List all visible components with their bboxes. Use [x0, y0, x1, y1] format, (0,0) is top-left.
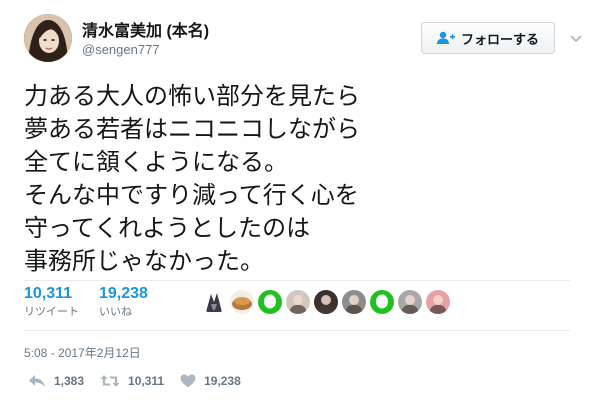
line-app-avatar[interactable] — [370, 290, 394, 314]
like-stat[interactable]: 19,238 いいね — [99, 284, 148, 320]
tweet-line: 守ってくれようとしたのは — [24, 215, 311, 242]
like-button[interactable]: 19,238 — [180, 374, 241, 388]
like-count: 19,238 — [204, 374, 241, 388]
portrait-avatar[interactable] — [286, 290, 310, 314]
follow-button-label: フォローする — [460, 31, 539, 47]
tweet-card: 清水富美加 (本名) @sengen777 フォローする 力ある大人の怖い部分を… — [0, 0, 594, 400]
anime-character-avatar[interactable] — [202, 290, 226, 314]
tweet-actions: 1,383 10,311 19,238 — [28, 374, 257, 388]
tweet-timestamp[interactable]: 5:08 - 2017年2月12日 — [24, 344, 141, 361]
reply-button[interactable]: 1,383 — [28, 374, 84, 388]
divider — [24, 330, 570, 331]
tweet-line: 夢ある若者はニコニコしながら — [24, 116, 360, 143]
retweet-count: 10,311 — [128, 374, 165, 388]
portrait-icon — [24, 14, 72, 62]
retweet-icon — [100, 375, 120, 387]
portrait-avatar[interactable] — [398, 290, 422, 314]
add-user-icon — [436, 31, 455, 44]
author-name[interactable]: 清水富美加 (本名) — [82, 17, 209, 41]
retweet-stat-label: リツイート — [24, 306, 79, 318]
tweet-line: 力ある大人の怖い部分を見たら — [24, 83, 360, 110]
heart-icon — [180, 374, 196, 388]
retweet-stat[interactable]: 10,311 リツイート — [24, 284, 79, 320]
tweet-line: 全てに頷くようになる。 — [24, 149, 288, 176]
retweet-stat-count: 10,311 — [24, 285, 73, 302]
tweet-stats: 10,311 リツイート 19,238 いいね — [24, 284, 168, 328]
tweet-text: 力ある大人の怖い部分を見たら 夢ある若者はニコニコしながら 全てに頷くようになる… — [24, 80, 564, 278]
food-avatar[interactable] — [230, 290, 254, 314]
author-handle[interactable]: @sengen777 — [82, 42, 160, 57]
follow-button[interactable]: フォローする — [421, 22, 555, 54]
reply-icon — [29, 375, 45, 387]
divider — [24, 280, 570, 281]
reply-count: 1,383 — [54, 374, 85, 388]
grey-portrait-avatar[interactable] — [342, 290, 366, 314]
like-stat-count: 19,238 — [99, 285, 148, 302]
pink-portrait-avatar[interactable] — [426, 290, 450, 314]
retweet-button[interactable]: 10,311 — [100, 374, 164, 388]
avatar[interactable] — [24, 14, 72, 62]
like-stat-label: いいね — [99, 306, 132, 318]
tweet-line: そんな中ですり減って行く心を — [24, 182, 359, 209]
liker-avatars — [202, 290, 450, 314]
tweet-line: 事務所じゃなかった。 — [24, 248, 264, 275]
chevron-down-icon[interactable] — [570, 32, 582, 44]
dark-portrait-avatar[interactable] — [314, 290, 338, 314]
line-app-avatar[interactable] — [258, 290, 282, 314]
